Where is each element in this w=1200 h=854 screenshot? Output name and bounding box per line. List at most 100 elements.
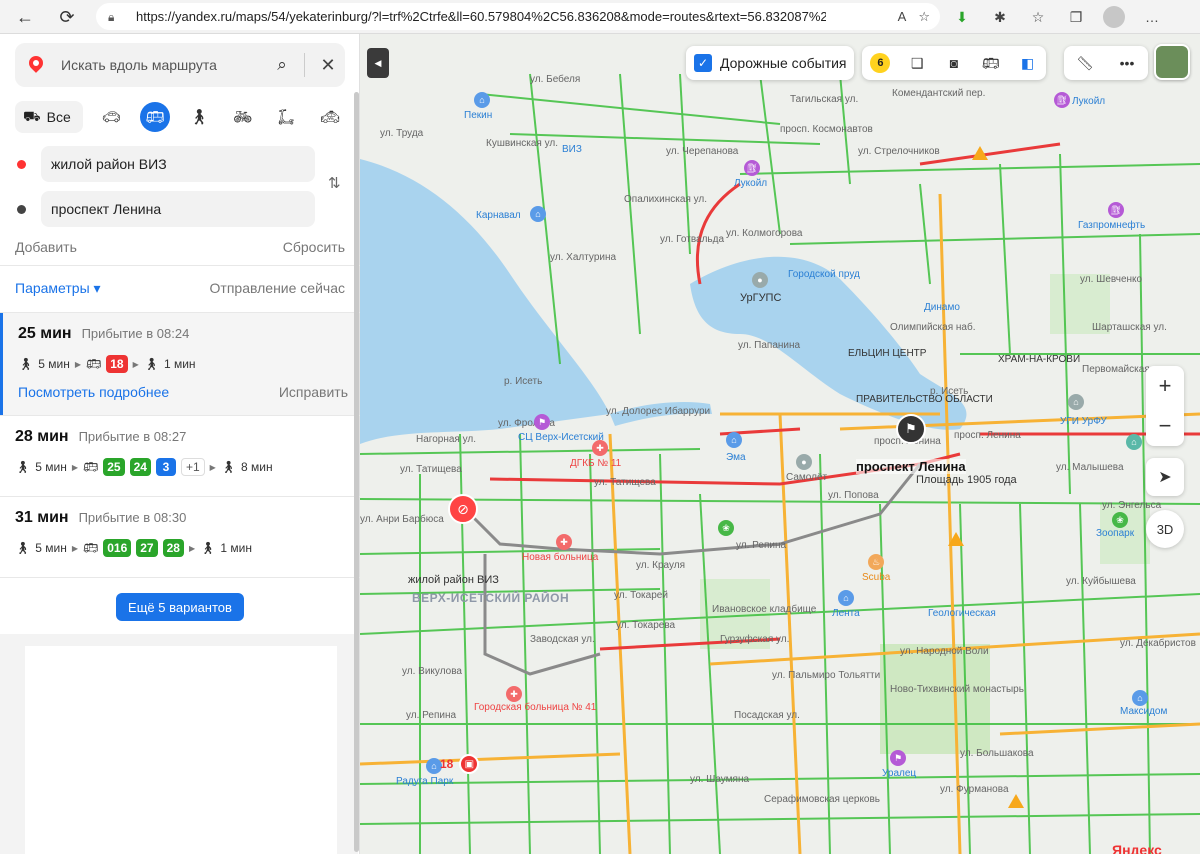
shop-poi-icon[interactable]: ⌂: [838, 590, 854, 606]
add-point-link[interactable]: Добавить: [15, 239, 77, 255]
map-label-viz: ВИЗ: [562, 144, 582, 155]
route-option-3[interactable]: 31 мин Прибытие в 08:30 🚶︎ 5 мин ▶ 🚌︎ 01…: [0, 497, 358, 577]
route-option-1[interactable]: 25 мин Прибытие в 08:24 🚶︎ 5 мин ▶ 🚌︎ 18…: [0, 313, 358, 415]
search-input[interactable]: Искать вдоль маршрута: [61, 57, 266, 73]
mode-all-button[interactable]: ⛟ Все: [15, 101, 83, 133]
mode-all-label: Все: [46, 109, 71, 125]
shop-poi-icon[interactable]: ⌂: [1132, 690, 1148, 706]
more-variants-button[interactable]: Ещё 5 вариантов: [116, 593, 244, 621]
map-label-street: Кушвинская ул.: [486, 138, 559, 149]
map-label-street: Комендантский пер.: [892, 88, 986, 99]
profile-icon[interactable]: [1098, 3, 1130, 31]
map-view[interactable]: жилой район ВИЗ проспект Ленина ВЕРХ-ИСЕ…: [360, 34, 1200, 854]
map-label-street: ул. Шаумяна: [690, 774, 750, 785]
walk-icon[interactable]: 🚶︎: [184, 102, 214, 132]
shop-poi-icon[interactable]: ⌂: [530, 206, 546, 222]
departure-selector[interactable]: Отправление сейчас: [210, 280, 345, 297]
map-label-pond: Городской пруд: [788, 269, 860, 280]
favorites-icon[interactable]: ☆: [1022, 3, 1054, 31]
transport-icon[interactable]: 🚌︎: [977, 49, 1005, 77]
collapse-panel-button[interactable]: ◀: [367, 48, 389, 78]
map-label-start: жилой район ВИЗ: [408, 574, 499, 586]
camera-icon[interactable]: ◙: [940, 49, 968, 77]
back-arrow-icon[interactable]: ←: [8, 2, 42, 32]
extensions-icon[interactable]: ✱: [984, 3, 1016, 31]
map-label-raduga: Радуга Парк: [396, 776, 454, 787]
step-arrow-icon: ▶: [71, 462, 78, 472]
shop-poi-icon[interactable]: ⌂: [726, 432, 742, 448]
address-bar[interactable]: 🔒︎ https://yandex.ru/maps/54/yekaterinbu…: [96, 3, 940, 30]
fuel-poi-icon[interactable]: ⛽︎: [1054, 92, 1070, 108]
divider: [304, 53, 305, 77]
more-icon[interactable]: •••: [1113, 49, 1141, 77]
university-poi-icon[interactable]: ⌂: [1068, 394, 1084, 410]
checkbox-checked-icon[interactable]: ✓: [694, 54, 712, 72]
fuel-poi-icon[interactable]: ⛽︎: [1108, 202, 1124, 218]
map-label-street: ул. Татищева: [594, 477, 656, 488]
add-favorite-icon[interactable]: ☆: [918, 9, 930, 25]
map-book-icon[interactable]: ❑: [903, 49, 931, 77]
warning-icon[interactable]: [1008, 794, 1024, 808]
traffic-events-toggle[interactable]: ✓ Дорожные события: [686, 46, 854, 80]
sport-poi-icon[interactable]: ⚑: [890, 750, 906, 766]
map-label-karnaval: Карнавал: [476, 210, 521, 221]
menu-icon[interactable]: …: [1136, 3, 1168, 31]
museum-poi-icon[interactable]: ⌂: [1126, 434, 1142, 450]
map-label-street: Тагильская ул.: [790, 94, 859, 105]
zoom-out-button[interactable]: −: [1146, 406, 1184, 446]
scooter-icon[interactable]: 🛴︎: [271, 102, 301, 132]
map-label-street: ул. Готвальда: [660, 234, 725, 245]
map-label-lukoil: Лукойл: [1072, 96, 1106, 107]
collections-icon[interactable]: ❐: [1060, 3, 1092, 31]
map-label-street: Нагорная ул.: [416, 434, 477, 445]
hospital-poi-icon[interactable]: ✚: [592, 440, 608, 456]
park-poi-icon[interactable]: ❀: [718, 520, 734, 536]
route-search-box[interactable]: Искать вдоль маршрута ⌕ ✕: [15, 43, 345, 87]
search-icon[interactable]: ⌕: [266, 55, 298, 75]
ruler-icon[interactable]: 📏︎: [1071, 49, 1099, 77]
sport-poi-icon[interactable]: ⚑: [534, 414, 550, 430]
to-field[interactable]: проспект Ленина: [41, 191, 315, 227]
map-label-street: ул. Декабристов: [1120, 638, 1196, 649]
close-icon[interactable]: ✕: [311, 55, 345, 76]
university-poi-icon[interactable]: ●: [752, 272, 768, 288]
yandex-logo[interactable]: Яндекс: [1112, 842, 1162, 854]
warning-icon[interactable]: [948, 532, 964, 546]
hospital-poi-icon[interactable]: ✚: [556, 534, 572, 550]
taxi-icon[interactable]: 🚕︎: [315, 102, 345, 132]
params-dropdown[interactable]: Параметры ▾: [15, 280, 101, 297]
zoo-poi-icon[interactable]: ❀: [1112, 512, 1128, 528]
reload-icon[interactable]: ⟳: [50, 2, 84, 32]
bicycle-icon[interactable]: 🚲︎: [228, 102, 258, 132]
route-option-2[interactable]: 28 мин Прибытие в 08:27 🚶︎ 5 мин ▶ 🚌︎ 25…: [0, 416, 358, 496]
traffic-score-button[interactable]: 6: [866, 49, 894, 77]
hospital-poi-icon[interactable]: ✚: [506, 686, 522, 702]
fuel-poi-icon[interactable]: ⛽︎: [744, 160, 760, 176]
swap-icon[interactable]: ⇅: [328, 174, 341, 192]
3d-button[interactable]: 3D: [1146, 510, 1184, 548]
restaurant-poi-icon[interactable]: ♨: [868, 554, 884, 570]
car-icon[interactable]: 🚗︎: [96, 102, 126, 132]
warning-icon[interactable]: [972, 146, 988, 160]
zoom-in-button[interactable]: +: [1146, 366, 1184, 406]
locate-me-icon[interactable]: ➤: [1146, 458, 1184, 496]
map-label-street: ул. Труда: [380, 128, 424, 139]
route-details-link[interactable]: Посмотреть подробнее: [18, 384, 169, 400]
shop-poi-icon[interactable]: ⌂: [474, 92, 490, 108]
route-fix-link[interactable]: Исправить: [279, 384, 348, 400]
end-flag-icon[interactable]: ⚑: [896, 414, 926, 444]
read-aloud-icon[interactable]: A: [898, 9, 907, 25]
shop-poi-icon[interactable]: ●: [796, 454, 812, 470]
start-marker-icon[interactable]: ⊘: [448, 494, 478, 524]
route-steps: 🚶︎ 5 мин ▶ 🚌︎ 25 24 3 +1 ▶ 🚶︎ 8 мин: [15, 458, 273, 476]
avatar[interactable]: [1154, 44, 1190, 80]
bus-icon[interactable]: 🚌︎: [140, 102, 171, 132]
reset-link[interactable]: Сбросить: [283, 239, 345, 255]
from-field[interactable]: жилой район ВИЗ: [41, 146, 315, 182]
panel-scrollbar[interactable]: [354, 92, 359, 852]
download-icon[interactable]: ⬇: [946, 3, 978, 31]
bus-stop-marker[interactable]: 18 ▣: [440, 754, 480, 774]
lake-water: [360, 159, 610, 444]
map-label-street: ул. Куйбышева: [1066, 576, 1136, 587]
layers-icon[interactable]: ◧: [1014, 49, 1042, 77]
